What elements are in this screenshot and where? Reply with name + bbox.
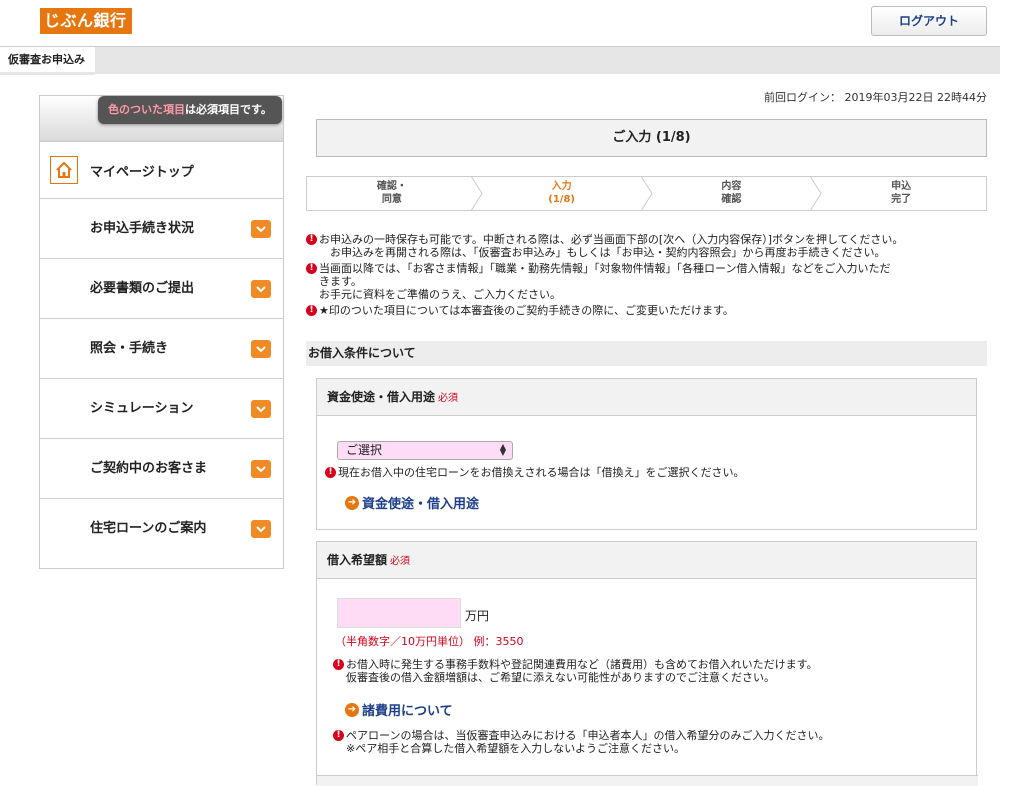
notice-item: ! 当画面以降では、「お客さま情報」「職業・勤務先情報」「対象物件情報」「各種ロ…	[306, 262, 996, 301]
page-title: ご入力 (1/8)	[316, 119, 987, 157]
sidebar-item-inquiry-procedures[interactable]: 照会・手続き	[40, 319, 283, 379]
alert-icon: !	[306, 234, 317, 245]
chevron-down-icon[interactable]	[251, 400, 271, 418]
sidebar-item-application-status[interactable]: お申込手続き状況	[40, 199, 283, 259]
step-line2: (1/8)	[548, 194, 575, 205]
step-complete: 申込 完了	[816, 177, 986, 210]
purpose-note: ! 現在お借入中の住宅ローンをお借換えされる場合は「借換え」をご選択ください。	[325, 466, 744, 479]
unit-label: 万円	[465, 609, 490, 623]
notice-item: ! ★印のついた項目については本審査後のご契約手続きの際に、ご変更いただけます。	[306, 304, 996, 317]
step-line2: 完了	[891, 194, 912, 205]
sidebar-item-label: 照会・手続き	[90, 341, 169, 356]
step-confirm: 内容 確認	[647, 176, 822, 211]
alert-icon: !	[325, 467, 336, 478]
required-badge: 必須	[438, 393, 459, 404]
step-agreement: 確認・ 同意	[307, 176, 483, 211]
amount-note: ! お借入時に発生する事務手数料や登記関連費用など（諸費用）も含めてお借入れいた…	[333, 658, 818, 684]
sub-navigation: 仮審査お申込み	[0, 46, 1000, 75]
step-line1: 確認・	[376, 181, 407, 192]
chevron-down-icon[interactable]	[251, 280, 271, 298]
notice-text: 当画面以降では、「お客さま情報」「職業・勤務先情報」「対象物件情報」「各種ローン…	[319, 262, 891, 301]
purpose-select[interactable]: ご選択 ▲ ▼	[337, 441, 513, 460]
bank-logo[interactable]: じぶん銀行	[40, 8, 132, 34]
step-line2: 同意	[381, 194, 402, 205]
step-line1: 入力	[551, 181, 572, 192]
note-text: 現在お借入中の住宅ローンをお借換えされる場合は「借換え」をご選択ください。	[338, 466, 745, 479]
progress-steps: 確認・ 同意 入力 (1/8) 内容 確認 申込 完了	[306, 176, 987, 211]
sidebar-item-simulation[interactable]: シミュレーション	[40, 379, 283, 439]
sidebar-item-label: 必要書類のご提出	[90, 281, 195, 296]
step-line2: 確認	[721, 194, 742, 205]
sidebar-item-label: マイページトップ	[90, 164, 194, 180]
alert-icon: !	[333, 659, 344, 670]
notice-text: ★印のついた項目については本審査後のご契約手続きの際に、ご変更いただけます。	[319, 304, 734, 317]
loan-amount-input[interactable]	[337, 598, 461, 628]
section-heading: お借入条件について	[306, 341, 987, 366]
notice-text: お申込みの一時保存も可能です。中断される際は、必ず当画面下部の[次へ（入力内容保…	[319, 233, 904, 259]
notice-list: ! お申込みの一時保存も可能です。中断される際は、必ず当画面下部の[次へ（入力内…	[306, 233, 996, 320]
note-text: ペアローンの場合は、当仮審査申込みにおける「申込者本人」の借入希望分のみご入力く…	[346, 729, 830, 755]
step-line1: 内容	[721, 181, 742, 192]
sidebar-item-label: 住宅ローンのご案内	[90, 521, 207, 536]
sidebar-item-label: お申込手続き状況	[90, 221, 195, 236]
step-input-current: 入力 (1/8)	[477, 176, 653, 211]
chevron-down-icon[interactable]	[251, 520, 271, 538]
link-text: 諸費用について	[362, 704, 453, 719]
required-fields-tooltip: 色のついた項目は必須項目です。	[98, 96, 282, 124]
purpose-help-link[interactable]: ➔ 資金使途・借入用途	[345, 493, 479, 512]
tooltip-highlight: 色のついた項目	[108, 103, 185, 116]
header: じぶん銀行 ログアウト	[0, 0, 1024, 46]
panel-heading: 借入希望額 必須	[317, 542, 976, 579]
sidebar-item-mypage-top[interactable]: マイページトップ	[40, 142, 283, 199]
home-icon	[50, 156, 78, 184]
sidebar: 色のついた項目は必須項目です。 マイページトップ お申込手続き状況 必要書類のご…	[39, 95, 284, 569]
panel-heading: 資金使途・借入用途 必須	[317, 379, 976, 416]
link-text: 資金使途・借入用途	[362, 497, 480, 512]
next-panel-edge	[317, 775, 978, 786]
sidebar-header: 色のついた項目は必須項目です。	[40, 96, 283, 142]
sidebar-item-contract-customers[interactable]: ご契約中のお客さま	[40, 439, 283, 499]
amount-panel: 借入希望額 必須 万円 （半角数字／10万円単位） 例：3550 ! お借入時に発…	[316, 541, 978, 786]
input-hint: （半角数字／10万円単位） 例：3550	[335, 635, 524, 648]
required-badge: 必須	[390, 556, 411, 567]
notice-item: ! お申込みの一時保存も可能です。中断される際は、必ず当画面下部の[次へ（入力内…	[306, 233, 996, 259]
chevron-down-icon[interactable]	[251, 460, 271, 478]
note-text: お借入時に発生する事務手数料や登記関連費用など（諸費用）も含めてお借入れいただけ…	[346, 658, 818, 684]
tooltip-text: は必須項目です。	[185, 103, 272, 116]
panel-title: 資金使途・借入用途	[327, 390, 436, 404]
purpose-panel: 資金使途・借入用途 必須 ご選択 ▲ ▼ ! 現在お借入中の住宅ローンをお借換えされ…	[316, 378, 977, 530]
sidebar-item-label: シミュレーション	[90, 401, 194, 416]
sidebar-item-document-submission[interactable]: 必要書類のご提出	[40, 259, 283, 319]
panel-title: 借入希望額	[327, 553, 388, 567]
last-login: 前回ログイン： 2019年03月22日 22時44分	[764, 91, 987, 104]
step-line1: 申込	[891, 181, 912, 192]
arrow-right-icon: ➔	[345, 702, 359, 717]
alert-icon: !	[306, 263, 317, 274]
chevron-down-icon[interactable]	[251, 340, 271, 358]
pair-loan-note: ! ペアローンの場合は、当仮審査申込みにおける「申込者本人」の借入希望分のみご入…	[333, 729, 829, 755]
alert-icon: !	[306, 305, 317, 316]
tab-preliminary-application[interactable]: 仮審査お申込み	[0, 47, 95, 75]
alert-icon: !	[333, 730, 344, 741]
sidebar-item-mortgage-guide[interactable]: 住宅ローンのご案内	[40, 499, 283, 559]
arrow-right-icon: ➔	[345, 495, 359, 510]
fees-link[interactable]: ➔ 諸費用について	[345, 700, 453, 719]
select-value: ご選択	[346, 443, 383, 457]
sidebar-item-label: ご契約中のお客さま	[90, 461, 208, 476]
chevron-down-icon[interactable]	[251, 220, 271, 238]
logout-button[interactable]: ログアウト	[871, 6, 987, 36]
select-arrows-icon: ▲ ▼	[499, 442, 506, 457]
